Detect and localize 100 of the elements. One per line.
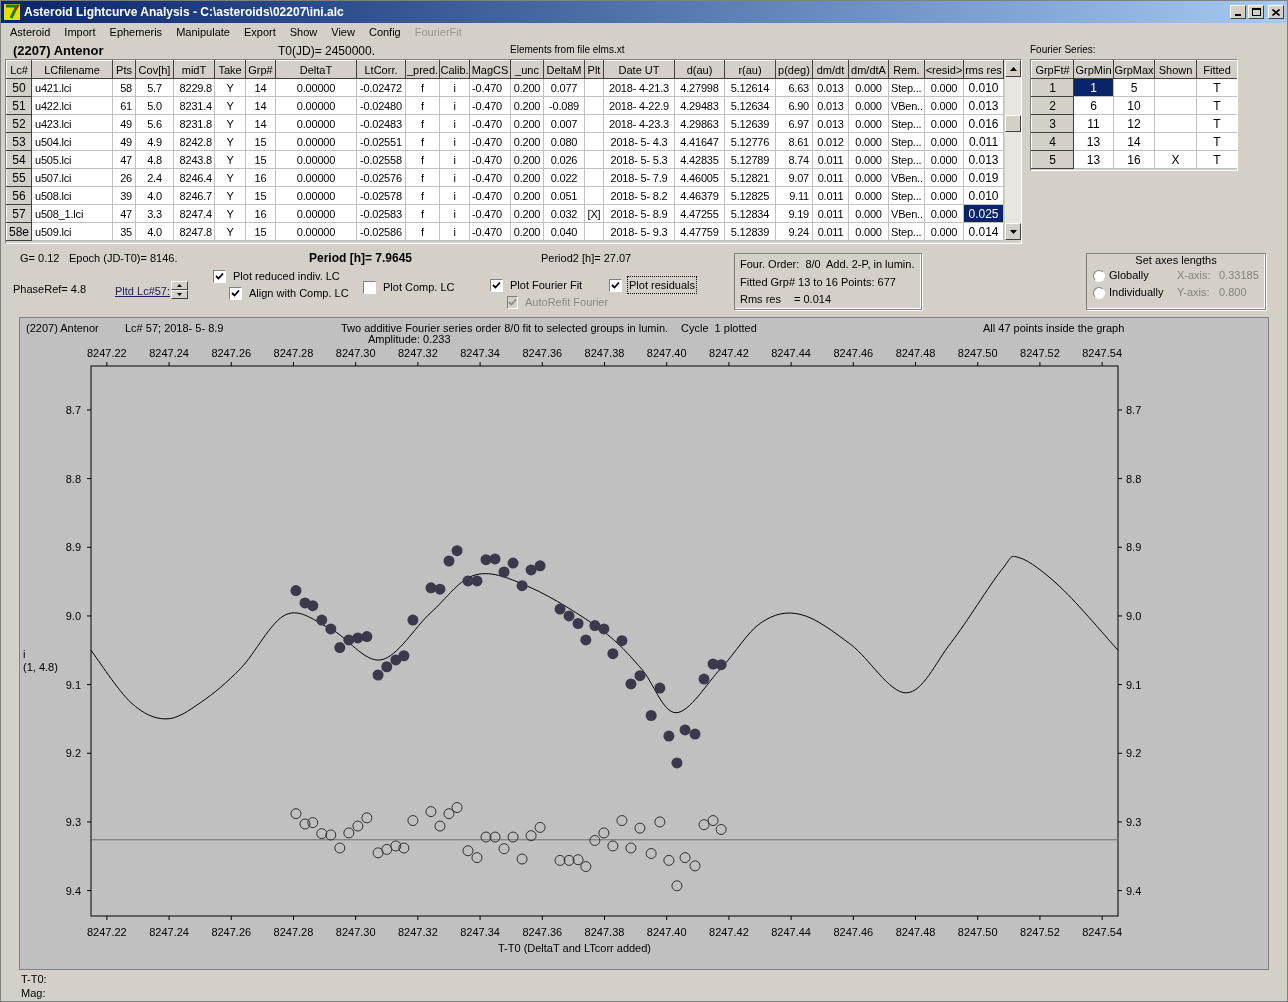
column-header[interactable]: GrpFt#: [1031, 60, 1074, 79]
menu-item[interactable]: Export: [236, 24, 283, 41]
data-point: [689, 728, 701, 740]
menu-item[interactable]: Manipulate: [169, 24, 237, 41]
column-header[interactable]: rms res: [963, 60, 1004, 79]
column-header[interactable]: _unc: [510, 60, 544, 79]
x-tick-label: 8247.44: [771, 926, 811, 938]
x-tick-label: 8247.40: [646, 347, 687, 359]
column-header[interactable]: LtCorr.: [356, 60, 406, 79]
y-quantity-label: i: [23, 648, 27, 661]
residual-point: [671, 880, 683, 892]
x-tick-label: 8247.34: [460, 926, 500, 938]
residual-point: [434, 820, 446, 832]
y-tick-label: 9.3: [1126, 815, 1142, 828]
data-point: [407, 614, 419, 626]
data-point: [516, 580, 528, 592]
app-logo-icon: [4, 4, 20, 20]
column-header[interactable]: LCfilename: [31, 60, 113, 79]
y-tick-label: 8.7: [1126, 403, 1142, 416]
data-point: [654, 682, 666, 694]
plot-description: Two additive Fourier series order 8/0 fit to selected groups in lumin.: [341, 323, 670, 334]
x-tick-label: 8247.42: [709, 347, 749, 359]
column-header[interactable]: dm/dtA: [848, 60, 889, 79]
window-title: Asteroid Lightcurve Analysis - C:\asteroids\02207\ini.alc: [24, 4, 344, 21]
x-tick-label: 8247.26: [211, 926, 252, 938]
data-point: [616, 635, 628, 647]
menu-item[interactable]: Ephemeris: [102, 24, 170, 41]
x-tick-label: 8247.22: [87, 926, 127, 938]
data-point: [507, 557, 519, 569]
data-point: [534, 560, 546, 572]
column-header[interactable]: DeltaT: [275, 60, 357, 79]
x-axis-title: T-T0 (DeltaT and LTcorr added): [497, 942, 652, 954]
t0-label: T0(JD)= 2450000.: [278, 44, 377, 58]
residual-point: [698, 819, 710, 831]
column-header[interactable]: Rem.: [888, 60, 925, 79]
plot-object: (2207) Antenor: [26, 323, 100, 334]
checkbox[interactable]: Plot residuals: [609, 277, 697, 293]
residual-point: [443, 808, 455, 820]
x-tick-label: 8247.30: [335, 347, 376, 359]
checkbox[interactable]: Align with Comp. LC: [229, 285, 363, 301]
checkbox[interactable]: Plot Comp. LC: [363, 279, 456, 295]
column-header[interactable]: Grp#: [245, 60, 276, 79]
minimize-button[interactable]: [1230, 5, 1246, 19]
column-header[interactable]: Fitted: [1196, 60, 1237, 79]
maximize-button[interactable]: [1248, 5, 1264, 19]
column-header[interactable]: <resid>: [924, 60, 964, 79]
checkbox[interactable]: Plot Fourier Fit: [490, 277, 609, 293]
column-header[interactable]: Lc#: [6, 60, 32, 79]
column-header[interactable]: Take: [214, 60, 246, 79]
column-header[interactable]: Date UT: [603, 60, 675, 79]
x-tick-label: 8247.36: [522, 347, 563, 359]
plotted-lc-link[interactable]: Pltd Lc#57:: [115, 282, 171, 300]
column-header[interactable]: _pred.: [405, 60, 440, 79]
scroll-thumb[interactable]: [1005, 115, 1021, 132]
column-header[interactable]: dm/dt: [812, 60, 849, 79]
data-point: [679, 724, 691, 736]
column-header[interactable]: GrpMin: [1073, 60, 1114, 79]
menu-item[interactable]: View: [324, 24, 362, 41]
close-button[interactable]: [1268, 5, 1284, 19]
x-tick-label: 8247.32: [398, 926, 438, 938]
data-point: [489, 553, 501, 565]
axis-value: 0.800: [1219, 285, 1247, 301]
column-header[interactable]: d(au): [674, 60, 725, 79]
menu-item[interactable]: Show: [282, 24, 325, 41]
column-header[interactable]: midT: [173, 60, 215, 79]
rms-value: = 0.014: [794, 292, 831, 307]
checkbox[interactable]: Plot reduced indiv. LC: [213, 268, 363, 284]
fourier-series-label: Fourier Series:: [1030, 44, 1096, 56]
spin-buttons[interactable]: [171, 281, 189, 299]
data-point: [425, 582, 437, 594]
column-header[interactable]: GrpMax: [1113, 60, 1155, 79]
x-tick-label: 8247.26: [211, 347, 252, 359]
residual-point: [563, 854, 575, 866]
data-point: [698, 673, 710, 685]
column-header[interactable]: DeltaM: [543, 60, 585, 79]
column-header[interactable]: r(au): [724, 60, 776, 79]
amplitude-value: Amplitude: 0.233: [368, 334, 451, 345]
residual-point: [462, 845, 474, 857]
column-header[interactable]: Calib.: [439, 60, 470, 79]
x-tick-label: 8247.38: [584, 926, 625, 938]
asteroid-name: (2207) Antenor: [13, 43, 105, 58]
residual-point: [707, 815, 719, 827]
menu-item[interactable]: Config: [361, 24, 408, 41]
fitted-groups: Fitted Grp# 13 to 16 Points: 677: [740, 273, 916, 290]
residual-point: [607, 840, 619, 852]
menu-item[interactable]: Import: [57, 24, 103, 41]
residual-point: [334, 842, 346, 854]
column-header[interactable]: p(deg): [775, 60, 813, 79]
column-header[interactable]: Pts: [112, 60, 136, 79]
x-tick-label: 8247.50: [957, 926, 998, 938]
y-tick-label: 8.7: [65, 403, 81, 416]
x-tick-label: 8247.40: [646, 926, 687, 938]
column-header[interactable]: Shown: [1154, 60, 1197, 79]
vertical-scrollbar[interactable]: [1005, 60, 1021, 240]
data-point: [480, 554, 492, 566]
column-header[interactable]: MagCS: [469, 60, 511, 79]
menu-item[interactable]: Asteroid: [3, 24, 58, 41]
y-tick-label: 9.0: [65, 609, 81, 622]
column-header[interactable]: Cov[h]: [135, 60, 174, 79]
y-tick-label: 9.2: [65, 747, 81, 760]
